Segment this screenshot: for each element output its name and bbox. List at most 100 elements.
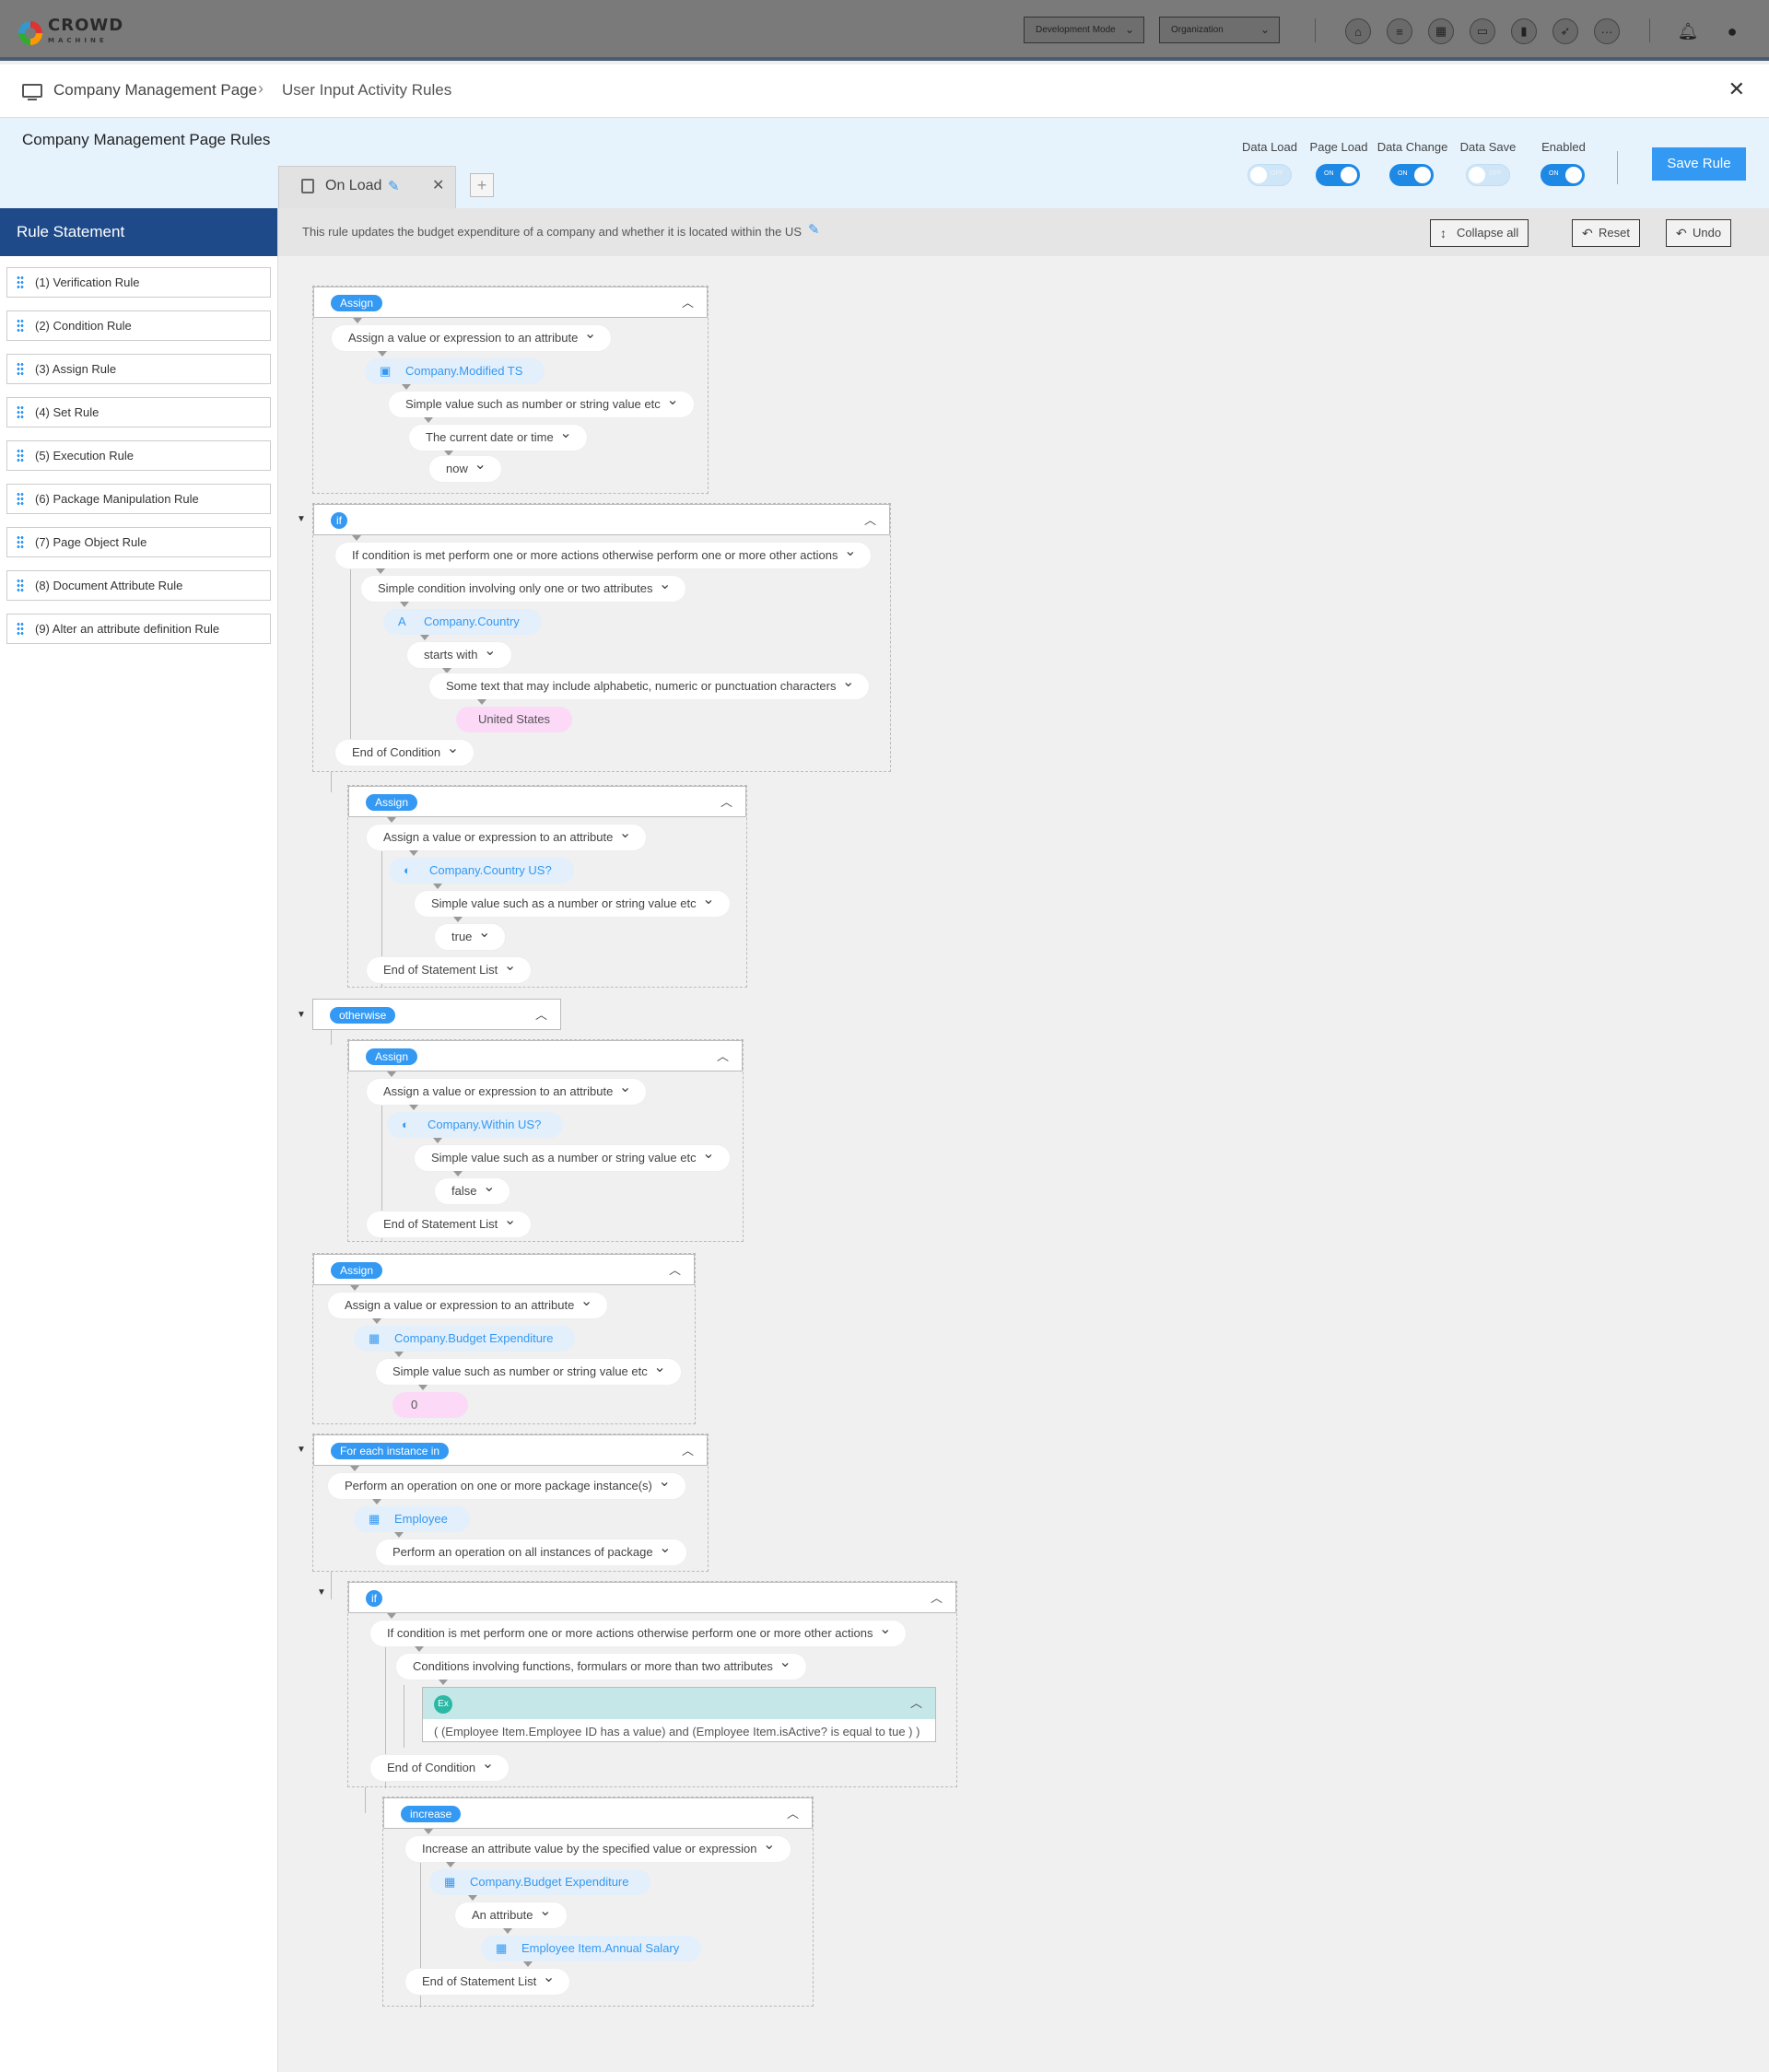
edit-icon[interactable]: ✎ [388,178,400,194]
text-value-type-select[interactable]: Some text that may include alphabetic, n… [429,670,870,699]
if-type-select[interactable]: If condition is met perform one or more … [335,539,872,568]
increment-source-select[interactable]: An attribute [455,1899,567,1928]
end-of-condition-select[interactable]: End of Condition [335,736,474,766]
organization-select[interactable]: Organization ⌄ [1159,17,1280,43]
increase-type-select[interactable]: Increase an attribute value by the speci… [405,1832,791,1862]
bell-icon[interactable]: 🔔︎ [1675,18,1701,44]
expression-text[interactable]: ( (Employee Item.Employee ID has a value… [434,1725,920,1738]
operation-type-select[interactable]: Perform an operation on one or more pack… [328,1469,685,1499]
sidebar-item-assign-rule[interactable]: (3) Assign Rule [6,354,271,384]
boolean-select[interactable]: false [435,1175,510,1204]
block-header[interactable]: increase ︿ [383,1797,813,1829]
trash-icon[interactable]: ▮ [1511,18,1537,44]
drag-handle-icon[interactable] [17,579,24,593]
sidebar-item-package-manipulation-rule[interactable]: (6) Package Manipulation Rule [6,484,271,514]
chevron-up-icon[interactable]: ︿ [717,1047,729,1064]
drag-handle-icon[interactable] [17,449,24,463]
chevron-up-icon[interactable]: ︿ [931,1588,943,1606]
chevron-up-icon[interactable]: ︿ [682,1441,694,1458]
drag-handle-icon[interactable] [17,362,24,377]
attribute-chip[interactable]: ▦ Company.Budget Expenditure [429,1869,651,1895]
close-icon[interactable]: ✕ [432,176,444,194]
chevron-up-icon[interactable]: ︿ [864,510,876,528]
add-tab-button[interactable]: + [470,173,494,197]
boolean-select[interactable]: true [435,920,506,950]
value-type-select[interactable]: Simple value such as a number or string … [415,1141,730,1171]
enabled-toggle[interactable]: ON [1541,164,1585,186]
condition-type-select[interactable]: Simple condition involving only one or t… [361,572,686,602]
data-change-toggle[interactable]: ON [1389,164,1434,186]
save-rule-button[interactable]: Save Rule [1652,147,1746,181]
attribute-chip[interactable]: ▣ Company.Modified TS [365,358,545,384]
sidebar-item-page-object-rule[interactable]: (7) Page Object Rule [6,527,271,557]
attribute-chip[interactable]: ◐ Company.Country US? [389,858,574,884]
end-of-statement-list-select[interactable]: End of Statement List [405,1965,570,1995]
block-header[interactable]: Assign ︿ [348,786,746,817]
reset-button[interactable]: ↶ Reset [1572,219,1640,247]
condition-type-select[interactable]: Conditions involving functions, formular… [396,1650,806,1680]
logo[interactable]: CROWD MACHINE [18,18,123,48]
end-of-condition-select[interactable]: End of Condition [370,1751,510,1781]
undo-button[interactable]: ↶ Undo [1666,219,1732,247]
drag-handle-icon[interactable] [17,622,24,637]
attribute-chip[interactable]: ▦ Employee Item.Annual Salary [481,1936,702,1961]
collapse-all-button[interactable]: ↕ Collapse all [1430,219,1529,247]
collapse-caret-icon[interactable]: ▼ [317,1587,326,1598]
sidebar-item-document-attribute-rule[interactable]: (8) Document Attribute Rule [6,570,271,601]
sidebar-item-set-rule[interactable]: (4) Set Rule [6,397,271,427]
sidebar-item-execution-rule[interactable]: (5) Execution Rule [6,440,271,471]
package-chip[interactable]: ▦ Employee [354,1506,470,1532]
data-load-toggle[interactable]: OFF [1248,164,1292,186]
data-save-toggle[interactable]: OFF [1466,164,1510,186]
expression-box[interactable]: Ex ︿ ( (Employee Item.Employee ID has a v… [422,1687,936,1742]
close-icon[interactable]: ✕ [1728,77,1745,101]
assign-type-select[interactable]: Assign a value or expression to an attri… [332,322,612,351]
chevron-up-icon[interactable]: ︿ [535,1005,547,1023]
expression-header[interactable]: Ex ︿ [423,1688,935,1719]
collapse-caret-icon[interactable]: ▼ [297,1010,306,1020]
chevron-up-icon[interactable]: ︿ [910,1693,922,1711]
attribute-chip[interactable]: ▦ Company.Budget Expenditure [354,1326,576,1352]
end-of-statement-list-select[interactable]: End of Statement List [367,954,532,983]
block-header[interactable]: if ︿ [313,504,890,535]
drag-handle-icon[interactable] [17,535,24,550]
attribute-chip[interactable]: ◐ Company.Within US? [387,1112,564,1138]
block-header[interactable]: if ︿ [348,1582,956,1613]
block-header[interactable]: For each instance in ︿ [313,1434,708,1466]
value-type-select[interactable]: Simple value such as number or string va… [376,1355,681,1385]
home-icon[interactable]: ⌂ [1345,18,1371,44]
instance-scope-select[interactable]: Perform an operation on all instances of… [376,1536,686,1565]
page-load-toggle[interactable]: ON [1316,164,1360,186]
assign-type-select[interactable]: Assign a value or expression to an attri… [367,1075,647,1105]
collapse-caret-icon[interactable]: ▼ [297,514,306,524]
if-type-select[interactable]: If condition is met perform one or more … [370,1617,907,1646]
drag-handle-icon[interactable] [17,492,24,507]
end-of-statement-list-select[interactable]: End of Statement List [367,1208,532,1237]
operator-select[interactable]: starts with [407,638,511,668]
value-chip[interactable]: 0 [392,1392,468,1418]
block-header[interactable]: Assign ︿ [313,1254,695,1285]
assign-type-select[interactable]: Assign a value or expression to an attri… [367,821,647,850]
chevron-up-icon[interactable]: ︿ [669,1260,681,1278]
sidebar-item-alter-attribute-rule[interactable]: (9) Alter an attribute definition Rule [6,614,271,644]
attribute-chip[interactable]: A Company.Country [383,609,542,635]
more-icon[interactable]: ··· [1594,18,1620,44]
collapse-caret-icon[interactable]: ▼ [297,1445,306,1455]
chevron-up-icon[interactable]: ︿ [682,293,694,310]
user-avatar-icon[interactable]: ● [1719,18,1745,44]
drag-handle-icon[interactable] [17,319,24,334]
otherwise-header[interactable]: otherwise ︿ [312,999,561,1030]
breadcrumb-page[interactable]: Company Management Page [53,81,257,100]
edit-icon[interactable]: ✎ [808,221,820,238]
tab-on-load[interactable]: On Load ✎ ✕ [278,166,456,208]
sidebar-item-condition-rule[interactable]: (2) Condition Rule [6,310,271,341]
block-header[interactable]: Assign ︿ [313,287,708,318]
datetime-select[interactable]: The current date or time [409,421,587,451]
mode-select[interactable]: Development Mode ⌄ [1024,17,1144,43]
rocket-icon[interactable]: ➶ [1552,18,1578,44]
drag-handle-icon[interactable] [17,405,24,420]
chevron-up-icon[interactable]: ︿ [720,792,732,810]
now-select[interactable]: now [429,452,501,482]
chevron-up-icon[interactable]: ︿ [787,1804,799,1821]
assign-type-select[interactable]: Assign a value or expression to an attri… [328,1289,608,1318]
